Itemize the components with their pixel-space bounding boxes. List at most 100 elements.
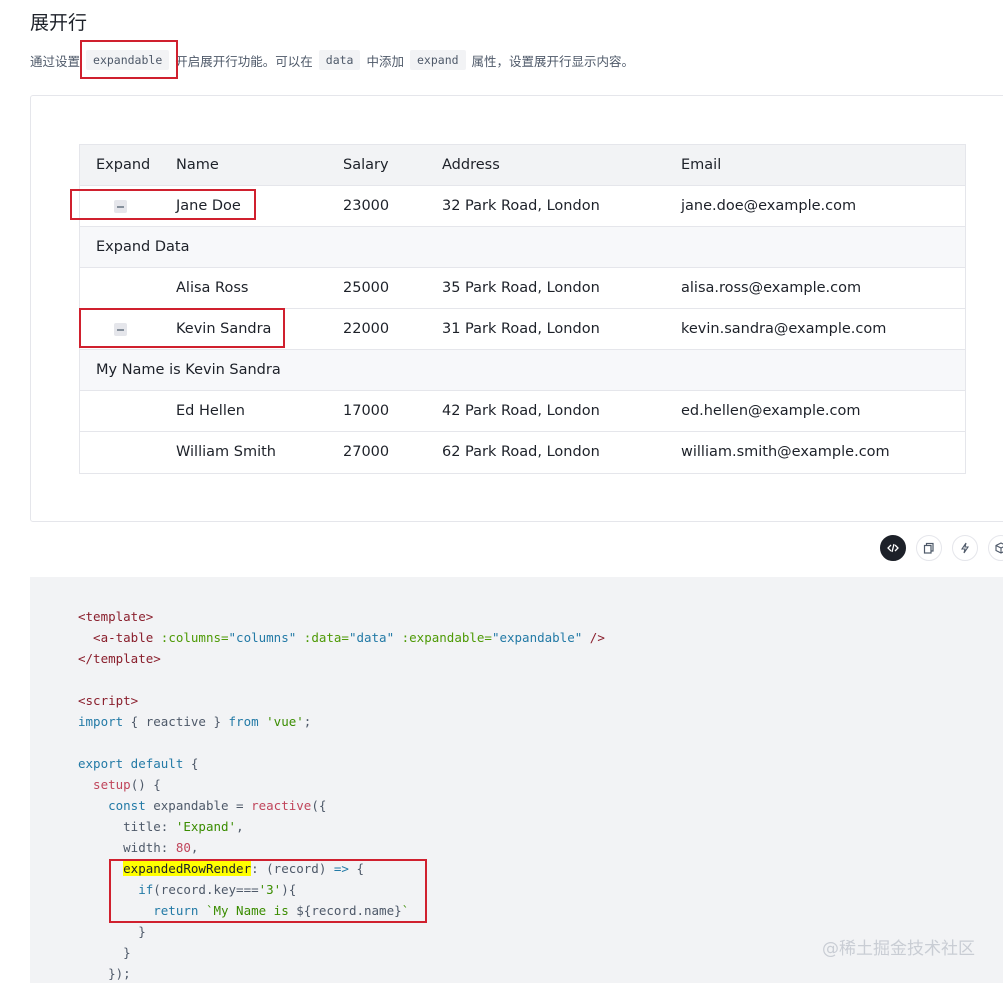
cell-address: 35 Park Road, London — [442, 280, 600, 296]
cell-address: 62 Park Road, London — [442, 444, 600, 460]
code-line: if(record.key==='3'){ — [78, 879, 296, 900]
code-token: 80 — [175, 840, 191, 855]
code-token: { — [183, 756, 199, 771]
data-table: Expand Name Salary Address Email Jane Do… — [79, 144, 966, 474]
cell-salary: 17000 — [343, 403, 390, 419]
lightning-icon — [960, 542, 970, 554]
code-line: export default { — [78, 753, 198, 774]
collapse-icon[interactable] — [114, 200, 127, 213]
code-line: return `My Name is ${record.name}` — [78, 900, 409, 921]
header-name: Name — [176, 157, 219, 173]
code-token: { reactive } — [123, 714, 229, 729]
header-expand: Expand — [96, 157, 151, 173]
cell-salary: 25000 — [343, 280, 390, 296]
desc-prefix: 通过设置 — [30, 53, 81, 69]
watermark: @稀土掘金技术社区 — [822, 939, 975, 959]
section-title: 展开行 — [30, 12, 88, 34]
cell-address: 31 Park Road, London — [442, 321, 600, 337]
code-token: }); — [78, 966, 131, 981]
cell-salary: 23000 — [343, 198, 390, 214]
code-token: <script> — [78, 693, 139, 708]
code-token: () { — [130, 777, 161, 792]
copy-icon — [923, 542, 934, 554]
code-line: expandedRowRender: (record) => { — [78, 858, 364, 879]
code-token: ; — [303, 714, 312, 729]
code-token: :data= — [296, 630, 349, 645]
table-row: Kevin Sandra 22000 31 Park Road, London … — [80, 309, 965, 350]
table-header-row: Expand Name Salary Address Email — [80, 145, 965, 186]
code-token: => — [333, 861, 349, 876]
code-token: setup — [78, 777, 131, 792]
code-line: }); — [78, 963, 131, 983]
cell-name: William Smith — [176, 444, 276, 460]
code-line: width: 80, — [78, 837, 198, 858]
code-line: const expandable = reactive({ — [78, 795, 326, 816]
codesandbox-icon — [995, 542, 1003, 554]
code-token: width: — [78, 840, 176, 855]
expanded-row: Expand Data — [80, 227, 965, 268]
desc-code-data: data — [318, 50, 361, 70]
code-token: , — [190, 840, 199, 855]
code-token: '3' — [258, 882, 282, 897]
cell-name: Ed Hellen — [176, 403, 245, 419]
code-token: title: — [78, 819, 176, 834]
section-description: 通过设置 expandable 开启展开行功能。可以在 data 中添加 exp… — [30, 50, 634, 70]
code-line: } — [78, 942, 131, 963]
copy-button[interactable] — [916, 535, 942, 561]
code-token: /> — [582, 630, 605, 645]
code-token: ${record.name} — [296, 903, 402, 918]
desc-code-expand: expand — [410, 50, 466, 70]
code-token: export default — [78, 756, 184, 771]
code-line: import { reactive } from 'vue'; — [78, 711, 311, 732]
table-row: Ed Hellen 17000 42 Park Road, London ed.… — [80, 391, 965, 432]
cell-email: jane.doe@example.com — [681, 198, 857, 214]
code-token: <a-table — [78, 630, 161, 645]
cell-address: 32 Park Road, London — [442, 198, 600, 214]
code-line: setup() { — [78, 774, 161, 795]
code-toggle-button[interactable] — [880, 535, 906, 561]
code-line: <template> — [78, 606, 153, 627]
code-token: from — [228, 714, 259, 729]
header-salary: Salary — [343, 157, 389, 173]
code-token: 'Expand' — [175, 819, 237, 834]
cell-name: Kevin Sandra — [176, 321, 272, 337]
code-token: :columns= — [160, 630, 229, 645]
table-row: Alisa Ross 25000 35 Park Road, London al… — [80, 268, 965, 309]
expanded-content: Expand Data — [96, 239, 190, 255]
expanded-row: My Name is Kevin Sandra — [80, 350, 965, 391]
cell-email: alisa.ross@example.com — [681, 280, 862, 296]
table-row: Jane Doe 23000 32 Park Road, London jane… — [80, 186, 965, 227]
code-token: "expandable" — [491, 630, 583, 645]
code-token: reactive — [251, 798, 312, 813]
code-token: "data" — [348, 630, 395, 645]
code-token: } — [78, 945, 131, 960]
code-token: ({ — [311, 798, 327, 813]
cell-name: Alisa Ross — [176, 280, 249, 296]
code-icon — [887, 543, 899, 553]
codesandbox-button[interactable] — [988, 535, 1003, 561]
code-token: </template> — [78, 651, 161, 666]
collapse-icon[interactable] — [114, 323, 127, 336]
code-token: (record.key=== — [153, 882, 259, 897]
code-token: const — [78, 798, 146, 813]
code-token: : (record) — [251, 861, 334, 876]
code-token: ){ — [281, 882, 297, 897]
stackblitz-button[interactable] — [952, 535, 978, 561]
code-line: title: 'Expand', — [78, 816, 243, 837]
code-token: "columns" — [228, 630, 297, 645]
code-token: `My Name is — [198, 903, 297, 918]
table-row: William Smith 27000 62 Park Road, London… — [80, 432, 965, 473]
cell-salary: 22000 — [343, 321, 390, 337]
desc-middle2: 中添加 — [366, 53, 404, 69]
desc-suffix: 属性，设置展开行显示内容。 — [471, 53, 635, 69]
code-token: { — [348, 861, 365, 876]
code-token: <template> — [78, 609, 154, 624]
code-block: <template> <a-table :columns="columns" :… — [30, 577, 1003, 983]
cell-salary: 27000 — [343, 444, 390, 460]
code-token: } — [78, 924, 146, 939]
code-token: expandable = — [145, 798, 252, 813]
code-line: <script> — [78, 690, 138, 711]
code-token: if — [78, 882, 154, 897]
cell-name: Jane Doe — [176, 198, 241, 214]
